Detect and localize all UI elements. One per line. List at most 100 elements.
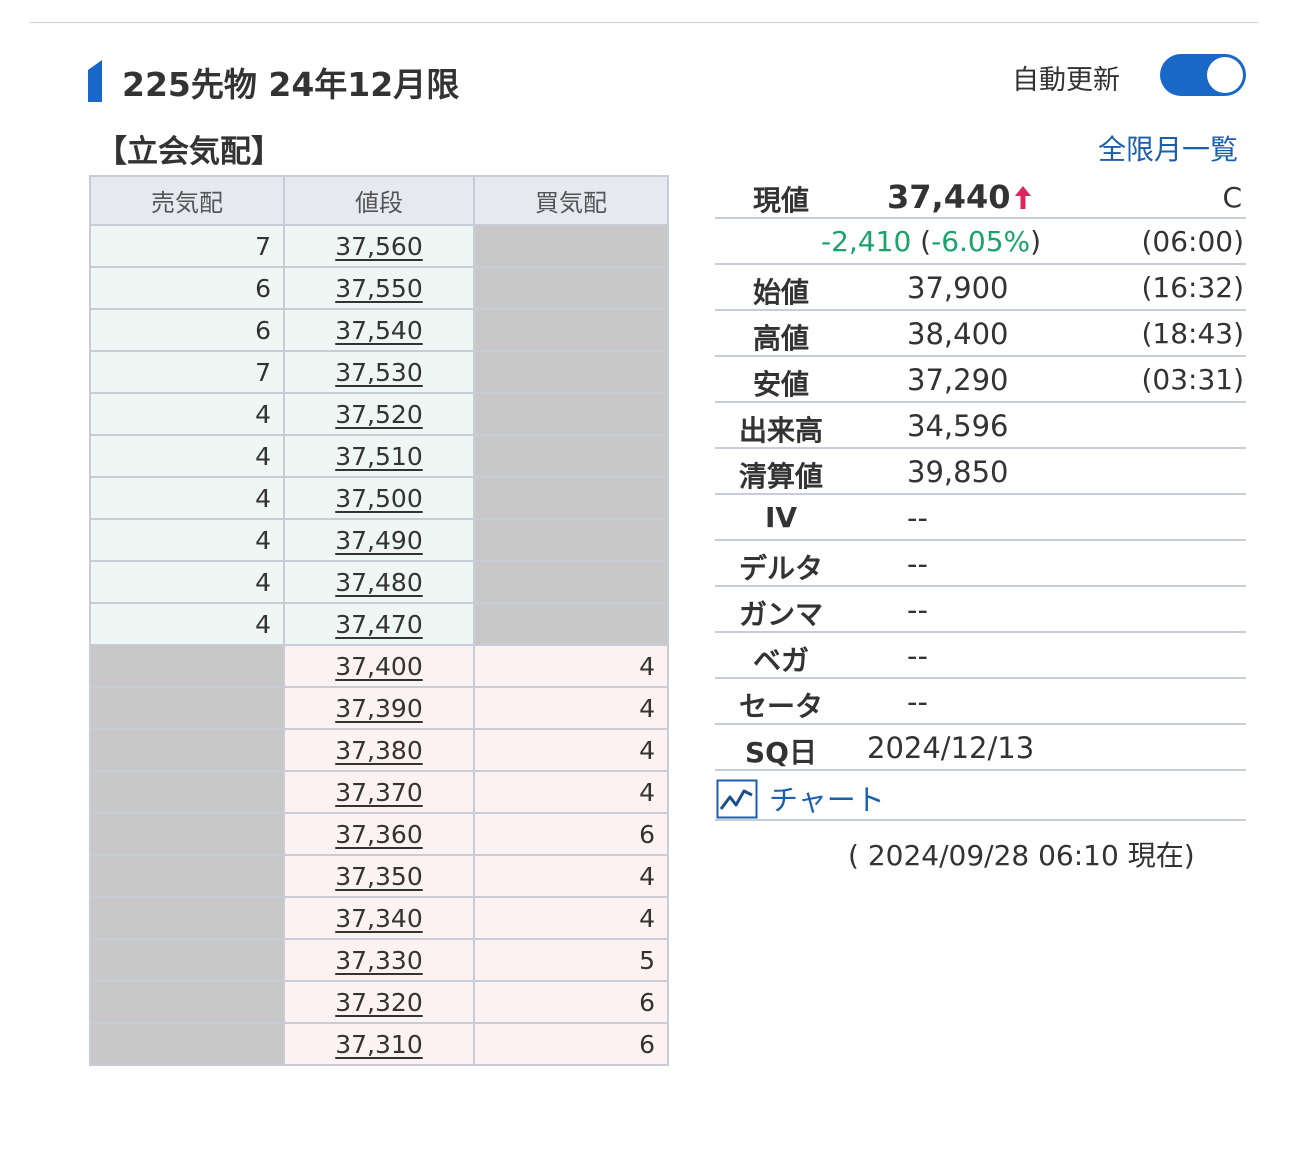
quote-value: -- [907, 639, 928, 673]
bid-quantity: 6 [473, 980, 669, 1024]
ask-row: 4 37,510 [89, 434, 669, 478]
quote-time: (03:31) [1141, 363, 1244, 396]
empty-ask-cell [89, 812, 285, 856]
price-link[interactable]: 37,330 [335, 946, 422, 975]
change-value: -2,410 [821, 225, 912, 258]
change-row: -2,410 (-6.05%) (06:00) [715, 221, 1246, 265]
quote-label: 出来高 [738, 414, 823, 447]
quote-label: 安値 [752, 368, 809, 401]
ask-quantity: 4 [89, 518, 285, 562]
price-cell: 37,370 [283, 770, 475, 814]
price-link[interactable]: 37,340 [335, 904, 422, 933]
price-link[interactable]: 37,390 [335, 694, 422, 723]
ask-quantity: 7 [89, 224, 285, 268]
auto-update-toggle[interactable] [1160, 54, 1246, 96]
ask-quantity: 4 [89, 560, 285, 604]
all-months-link[interactable]: 全限月一覧 [1098, 128, 1238, 168]
bid-row: 37,370 4 [89, 770, 669, 814]
order-book-table: 売気配 値段 買気配 7 37,560 6 37,550 6 37,540 7 37,530 4… [89, 175, 669, 1066]
price-link[interactable]: 37,550 [335, 274, 422, 303]
column-header-bid: 買気配 [473, 175, 669, 226]
price-link[interactable]: 37,520 [335, 400, 422, 429]
quote-label: ガンマ [738, 598, 823, 631]
change-time: (06:00) [1141, 225, 1244, 258]
empty-bid-cell [473, 392, 669, 436]
quote-value: -- [907, 593, 928, 627]
empty-bid-cell [473, 350, 669, 394]
top-divider [30, 22, 1258, 23]
chart-link-row[interactable]: チャート [715, 773, 1246, 821]
quote-label: ベガ [752, 644, 809, 677]
column-header-ask: 売気配 [89, 175, 285, 226]
price-cell: 37,550 [283, 266, 475, 310]
quote-row: 清算値 39,850 [715, 451, 1246, 495]
current-price-mark: C [1222, 181, 1242, 214]
price-link[interactable]: 37,360 [335, 820, 422, 849]
quote-row: ガンマ -- [715, 589, 1246, 633]
bid-row: 37,350 4 [89, 854, 669, 898]
ask-row: 6 37,540 [89, 308, 669, 352]
title-accent-bar [88, 60, 102, 102]
empty-bid-cell [473, 518, 669, 562]
quote-value: 37,900 [907, 271, 1009, 305]
quote-row: 安値 37,290 (03:31) [715, 359, 1246, 403]
price-link[interactable]: 37,310 [335, 1030, 422, 1059]
price-cell: 37,340 [283, 896, 475, 940]
sq-date-row: SQ日 2024/12/13 [715, 727, 1246, 771]
price-link[interactable]: 37,510 [335, 442, 422, 471]
bid-quantity: 5 [473, 938, 669, 982]
empty-bid-cell [473, 476, 669, 520]
change-percent: -6.05% [931, 225, 1031, 258]
ask-quantity: 4 [89, 434, 285, 478]
empty-ask-cell [89, 1022, 285, 1066]
bid-row: 37,380 4 [89, 728, 669, 772]
quote-row: セータ -- [715, 681, 1246, 725]
ask-quantity: 4 [89, 392, 285, 436]
bid-quantity: 6 [473, 812, 669, 856]
price-cell: 37,380 [283, 728, 475, 772]
price-link[interactable]: 37,370 [335, 778, 422, 807]
quote-row: デルタ -- [715, 543, 1246, 587]
ask-quantity: 4 [89, 602, 285, 646]
sq-date-value: 2024/12/13 [867, 731, 1035, 765]
ask-quantity: 6 [89, 308, 285, 352]
price-cell: 37,470 [283, 602, 475, 646]
price-link[interactable]: 37,320 [335, 988, 422, 1017]
page-title: 225先物 24年12月限 [122, 65, 460, 104]
quote-value: 39,850 [907, 455, 1009, 489]
quote-label: 清算値 [738, 460, 823, 493]
quote-value: 37,290 [907, 363, 1009, 397]
ask-row: 4 37,470 [89, 602, 669, 646]
price-link[interactable]: 37,400 [335, 652, 422, 681]
ask-quantity: 7 [89, 350, 285, 394]
quote-value: -- [907, 547, 928, 581]
price-cell: 37,530 [283, 350, 475, 394]
column-header-price: 値段 [283, 175, 475, 226]
bid-row: 37,330 5 [89, 938, 669, 982]
ask-row: 4 37,520 [89, 392, 669, 436]
quote-value: -- [907, 501, 928, 535]
price-link[interactable]: 37,480 [335, 568, 422, 597]
price-cell: 37,390 [283, 686, 475, 730]
price-link[interactable]: 37,350 [335, 862, 422, 891]
update-timestamp: ( 2024/09/28 06:10 現在) [848, 839, 1195, 872]
chart-icon[interactable] [716, 779, 758, 823]
price-link[interactable]: 37,540 [335, 316, 422, 345]
price-link[interactable]: 37,530 [335, 358, 422, 387]
price-cell: 37,330 [283, 938, 475, 982]
quote-row: 出来高 34,596 [715, 405, 1246, 449]
empty-ask-cell [89, 728, 285, 772]
price-link[interactable]: 37,470 [335, 610, 422, 639]
chart-link[interactable]: チャート [769, 777, 885, 819]
price-cell: 37,560 [283, 224, 475, 268]
price-link[interactable]: 37,490 [335, 526, 422, 555]
bid-quantity: 6 [473, 1022, 669, 1066]
price-cell: 37,480 [283, 560, 475, 604]
bid-row: 37,400 4 [89, 644, 669, 688]
price-cell: 37,350 [283, 854, 475, 898]
empty-ask-cell [89, 896, 285, 940]
price-link[interactable]: 37,500 [335, 484, 422, 513]
price-link[interactable]: 37,560 [335, 232, 422, 261]
empty-bid-cell [473, 602, 669, 646]
price-link[interactable]: 37,380 [335, 736, 422, 765]
